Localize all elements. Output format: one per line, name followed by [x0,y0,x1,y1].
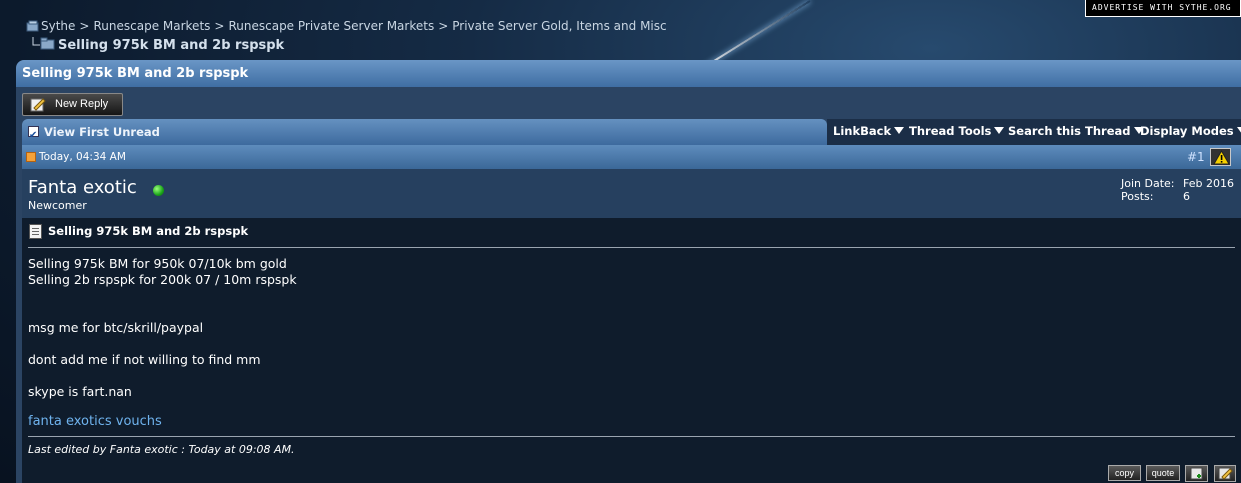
chevron-down-icon [994,127,1005,134]
post-header: Today, 04:34 AM #1 [22,145,1241,169]
post-date: Today, 04:34 AM [39,151,126,163]
breadcrumb-separator: > [214,19,225,33]
menu-display-modes-label: Display Modes [1140,124,1234,138]
quote-button[interactable]: quote [1146,465,1180,481]
username-link[interactable]: Fanta exotic [28,177,137,198]
signature-divider [28,436,1235,437]
advertise-banner[interactable]: ADVERTISE WITH SYTHE.ORG [1085,0,1241,17]
post-title-divider [28,247,1235,248]
menu-search-thread-label: Search this Thread [1008,124,1131,138]
thread-title-bar: Selling 975k BM and 2b rspspk [16,60,1241,87]
post-line: dont add me if not willing to find mm [28,352,261,367]
menu-thread-tools-label: Thread Tools [909,124,992,138]
menu-display-modes[interactable]: Display Modes [1140,124,1241,138]
breadcrumb-separator: > [438,19,449,33]
new-reply-label: New Reply [55,98,109,110]
post-folder-icon [26,152,36,162]
breadcrumb-separator: > [79,19,90,33]
post-line: msg me for btc/skrill/paypal [28,320,204,335]
document-icon [29,224,42,239]
edit-post-button[interactable] [1214,465,1236,482]
posts-value: 6 [1183,190,1190,203]
join-date-label: Join Date: [1121,177,1175,190]
menu-search-thread[interactable]: Search this Thread [1008,124,1144,138]
chevron-down-icon [1236,127,1241,134]
posts-label: Posts: [1121,190,1154,203]
breadcrumb-sythe[interactable]: Sythe [41,19,75,33]
menu-linkback-label: LinkBack [833,124,892,138]
edit-icon [1218,467,1233,480]
home-icon[interactable] [26,20,40,32]
breadcrumb: Sythe > Runescape Markets > Runescape Privat… [26,19,667,33]
online-status-icon [153,185,164,196]
view-first-unread-link[interactable]: View First Unread [44,125,160,139]
copy-button[interactable]: copy [1108,465,1141,481]
breadcrumb-current-title: Selling 975k BM and 2b rspspk [58,38,285,53]
breadcrumb-current: Selling 975k BM and 2b rspspk [30,37,284,53]
user-info-bar [22,169,1241,218]
multi-quote-button[interactable] [1185,465,1208,482]
breadcrumb-gold-items-misc[interactable]: Private Server Gold, Items and Misc [452,19,666,33]
signature-vouch-link[interactable]: fanta exotics vouchs [28,414,162,429]
user-title: Newcomer [28,199,87,212]
chevron-down-icon [894,127,905,134]
view-first-unread-bar[interactable]: View First Unread [22,119,827,149]
folder-tree-icon [32,37,55,50]
post-line: Selling 975k BM for 950k 07/10k bm gold [28,256,287,271]
report-post-button[interactable] [1210,148,1231,166]
breadcrumb-private-server-markets[interactable]: Runescape Private Server Markets [228,19,434,33]
new-reply-button[interactable]: New Reply [22,93,123,116]
multi-quote-icon [1190,467,1203,480]
checkbox-icon [28,123,39,149]
new-reply-icon [30,98,46,112]
post-number-link[interactable]: #1 [1187,145,1205,169]
post-line: skype is fart.nan [28,384,132,399]
menu-thread-tools[interactable]: Thread Tools [909,124,1005,138]
breadcrumb-runescape-markets[interactable]: Runescape Markets [93,19,210,33]
warning-icon [1213,150,1230,165]
join-date-value: Feb 2016 [1183,177,1234,190]
post-line: Selling 2b rspspk for 200k 07 / 10m rsps… [28,272,297,287]
post-title: Selling 975k BM and 2b rspspk [48,224,249,238]
menu-linkback[interactable]: LinkBack [833,124,905,138]
last-edited-note: Last edited by Fanta exotic : Today at 0… [28,443,295,456]
